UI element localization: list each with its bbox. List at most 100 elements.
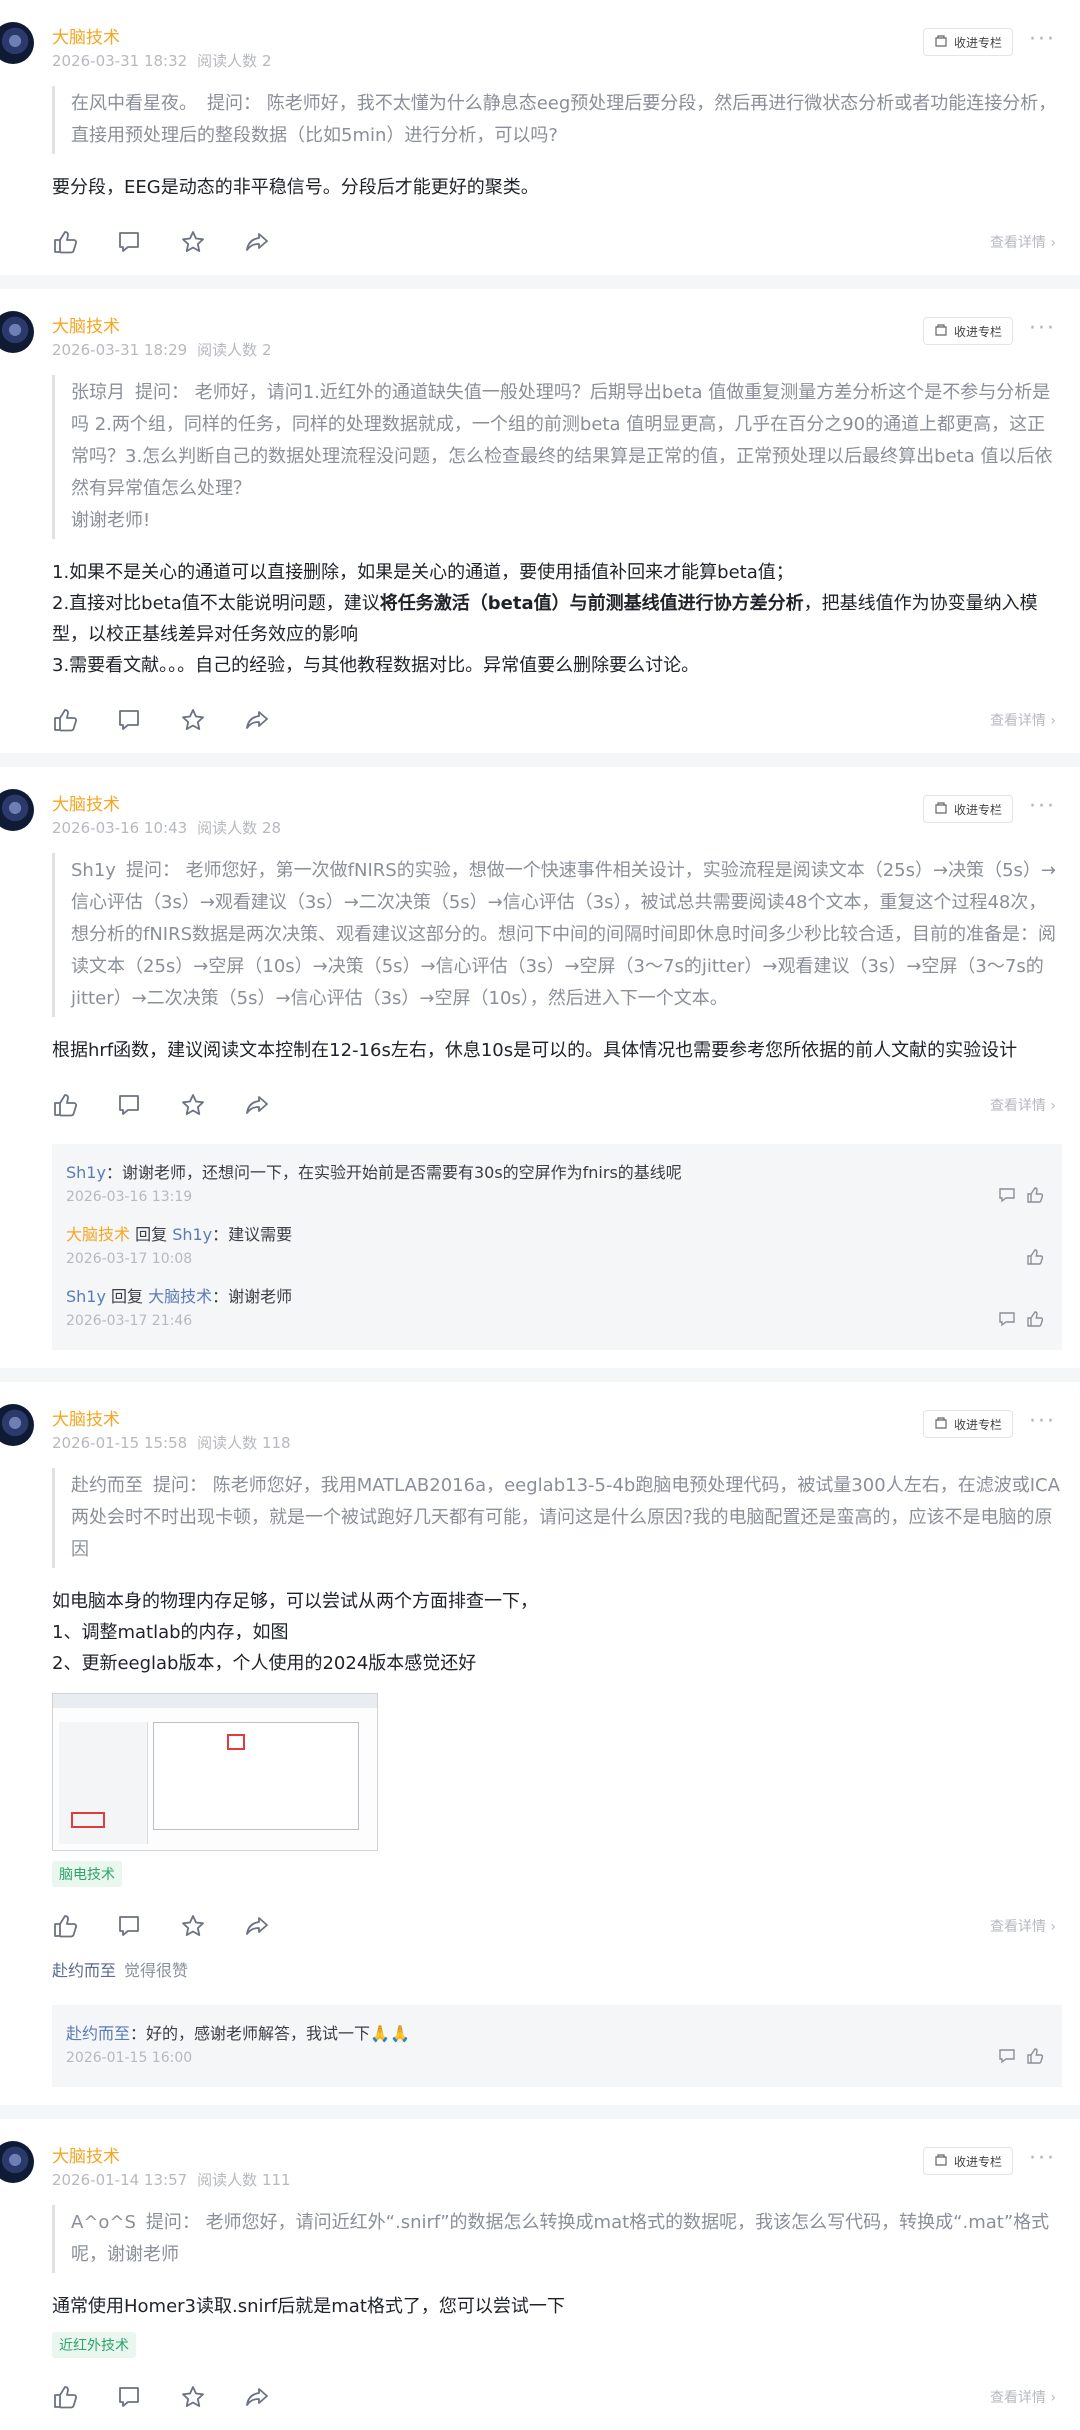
reader-count: 阅读人数 118 xyxy=(197,1434,291,1452)
asker-name[interactable]: 张琼月 xyxy=(71,382,125,403)
star-icon[interactable] xyxy=(180,229,206,255)
collect-button[interactable]: 收进专栏 xyxy=(923,795,1014,823)
reply-icon[interactable] xyxy=(998,1186,1016,1204)
comment-icon[interactable] xyxy=(116,229,142,255)
question-quote: Sh1y 提问： 老师您好，第一次做fNIRS的实验，想做一个快速事件相关设计，实… xyxy=(52,853,1061,1017)
reader-count: 阅读人数 2 xyxy=(197,52,272,70)
asker-name[interactable]: 赴约而至 xyxy=(71,1475,143,1496)
view-detail-link[interactable]: 查看详情 › xyxy=(990,2387,1056,2407)
comment-thread: 赴约而至：好的，感谢老师解答，我试一下🙏🙏 2026-01-15 16:00 xyxy=(52,2005,1062,2087)
qa-card: 大脑技术 2026-03-31 18:29 阅读人数 2 收进专栏 ··· 张琼月… xyxy=(0,289,1080,753)
like-icon[interactable] xyxy=(1026,1248,1044,1266)
author-name[interactable]: 大脑技术 xyxy=(52,2145,923,2169)
avatar[interactable] xyxy=(0,311,34,353)
question-text: 提问： 老师好，请问1.近红外的通道缺失值一般处理吗？后期导出beta 值做重复… xyxy=(71,382,1053,499)
share-icon[interactable] xyxy=(244,229,270,255)
author-name[interactable]: 大脑技术 xyxy=(52,26,923,50)
comment-thread: Sh1y：谢谢老师，还想问一下，在实验开始前是否需要有30s的空屏作为fnirs… xyxy=(52,1144,1062,1350)
view-detail-link[interactable]: 查看详情 › xyxy=(990,232,1056,252)
answer-text: 1.如果不是关心的通道可以直接删除，如果是关心的通道，要使用插值补回来才能算be… xyxy=(52,562,1038,676)
author-name[interactable]: 大脑技术 xyxy=(52,793,923,817)
qa-card: 大脑技术 2026-01-14 13:57 阅读人数 111 收进专栏 ··· A… xyxy=(0,2119,1080,2430)
comment-icon[interactable] xyxy=(116,2384,142,2410)
commenter-name[interactable]: 大脑技术 xyxy=(66,1225,130,1244)
liker-name[interactable]: 赴约而至 xyxy=(52,1961,116,1980)
post-time: 2026-03-31 18:29 xyxy=(52,341,188,359)
view-detail-link[interactable]: 查看详情 › xyxy=(990,1095,1056,1115)
share-icon[interactable] xyxy=(244,1092,270,1118)
share-icon[interactable] xyxy=(244,2384,270,2410)
avatar[interactable] xyxy=(0,2141,34,2183)
view-detail-link[interactable]: 查看详情 › xyxy=(990,710,1056,730)
more-icon[interactable]: ··· xyxy=(1029,796,1056,818)
like-icon[interactable] xyxy=(52,1913,78,1939)
comment-text: ：好的，感谢老师解答，我试一下🙏🙏 xyxy=(130,2024,410,2043)
post-time: 2026-03-31 18:32 xyxy=(52,52,188,70)
asker-name[interactable]: A^o^S xyxy=(71,2212,136,2233)
share-icon[interactable] xyxy=(244,1913,270,1939)
commenter-name[interactable]: Sh1y xyxy=(66,1287,106,1306)
collect-icon xyxy=(935,802,947,814)
post-time: 2026-01-14 13:57 xyxy=(52,2171,188,2189)
question-quote: A^o^S 提问： 老师您好，请问近红外“.snirf”的数据怎么转换成mat格式… xyxy=(52,2205,1061,2273)
topic-tag[interactable]: 近红外技术 xyxy=(52,2332,136,2358)
collect-button[interactable]: 收进专栏 xyxy=(923,28,1014,56)
answer-screenshot-thumbnail[interactable] xyxy=(52,1693,378,1851)
author-name[interactable]: 大脑技术 xyxy=(52,1408,923,1432)
avatar[interactable] xyxy=(0,789,34,831)
reply-icon[interactable] xyxy=(998,2047,1016,2065)
like-icon[interactable] xyxy=(52,2384,78,2410)
action-bar: 查看详情 › xyxy=(52,227,1056,257)
like-icon[interactable] xyxy=(52,229,78,255)
star-icon[interactable] xyxy=(180,1092,206,1118)
comment-icon[interactable] xyxy=(116,707,142,733)
comment-icon[interactable] xyxy=(116,1913,142,1939)
more-icon[interactable]: ··· xyxy=(1029,1411,1056,1433)
liked-by: 赴约而至 觉得很赞 xyxy=(52,1961,189,1980)
qa-card: 大脑技术 2026-01-15 15:58 阅读人数 118 收进专栏 ··· 赴… xyxy=(0,1382,1080,2105)
like-icon[interactable] xyxy=(52,1092,78,1118)
comment-icon[interactable] xyxy=(116,1092,142,1118)
commenter-name[interactable]: Sh1y xyxy=(66,1163,106,1182)
collect-button[interactable]: 收进专栏 xyxy=(923,1410,1014,1438)
answer-text: 要分段，EEG是动态的非平稳信号。分段后才能更好的聚类。 xyxy=(52,177,539,198)
comment-time: 2026-03-17 21:46 xyxy=(66,1313,193,1329)
answer-text: 通常使用Homer3读取.snirf后就是mat格式了，您可以尝试一下 xyxy=(52,2296,565,2317)
action-bar: 查看详情 › xyxy=(52,2382,1056,2412)
comment-item[interactable]: 赴约而至：好的，感谢老师解答，我试一下🙏🙏 2026-01-15 16:00 xyxy=(66,2015,1048,2077)
like-icon[interactable] xyxy=(1026,1310,1044,1328)
comment-item[interactable]: Sh1y 回复 大脑技术：谢谢老师 2026-03-17 21:46 xyxy=(66,1278,1048,1340)
star-icon[interactable] xyxy=(180,707,206,733)
like-icon[interactable] xyxy=(52,707,78,733)
comment-item[interactable]: Sh1y：谢谢老师，还想问一下，在实验开始前是否需要有30s的空屏作为fnirs… xyxy=(66,1154,1048,1216)
more-icon[interactable]: ··· xyxy=(1029,318,1056,340)
like-icon[interactable] xyxy=(1026,2047,1044,2065)
answer-text: 根据hrf函数，建议阅读文本控制在12-16s左右，休息10s是可以的。具体情况… xyxy=(52,1040,1018,1061)
topic-tag[interactable]: 脑电技术 xyxy=(52,1861,122,1887)
asker-name[interactable]: 在风中看星夜。 xyxy=(71,93,197,114)
avatar[interactable] xyxy=(0,22,34,64)
reply-target-name[interactable]: Sh1y xyxy=(172,1225,212,1244)
comment-text: ：建议需要 xyxy=(212,1225,293,1244)
question-thanks: 谢谢老师! xyxy=(71,510,151,531)
question-text: 提问： 陈老师您好，我用MATLAB2016a，eeglab13-5-4b跑脑电… xyxy=(71,1475,1060,1560)
more-icon[interactable]: ··· xyxy=(1029,29,1056,51)
like-icon[interactable] xyxy=(1026,1186,1044,1204)
author-name[interactable]: 大脑技术 xyxy=(52,315,923,339)
reply-target-name[interactable]: 大脑技术 xyxy=(148,1287,212,1306)
more-icon[interactable]: ··· xyxy=(1029,2148,1056,2170)
asker-name[interactable]: Sh1y xyxy=(71,860,116,881)
reply-icon[interactable] xyxy=(998,1310,1016,1328)
commenter-name[interactable]: 赴约而至 xyxy=(66,2024,130,2043)
question-quote: 张琼月 提问： 老师好，请问1.近红外的通道缺失值一般处理吗？后期导出beta 值… xyxy=(52,375,1061,539)
view-detail-link[interactable]: 查看详情 › xyxy=(990,1916,1056,1936)
star-icon[interactable] xyxy=(180,2384,206,2410)
action-bar: 查看详情 › xyxy=(52,705,1056,735)
collect-button[interactable]: 收进专栏 xyxy=(923,2147,1014,2175)
comment-item[interactable]: 大脑技术 回复 Sh1y：建议需要 2026-03-17 10:08 xyxy=(66,1216,1048,1278)
question-quote: 赴约而至 提问： 陈老师您好，我用MATLAB2016a，eeglab13-5-4… xyxy=(52,1468,1061,1568)
collect-button[interactable]: 收进专栏 xyxy=(923,317,1014,345)
star-icon[interactable] xyxy=(180,1913,206,1939)
share-icon[interactable] xyxy=(244,707,270,733)
avatar[interactable] xyxy=(0,1404,34,1446)
